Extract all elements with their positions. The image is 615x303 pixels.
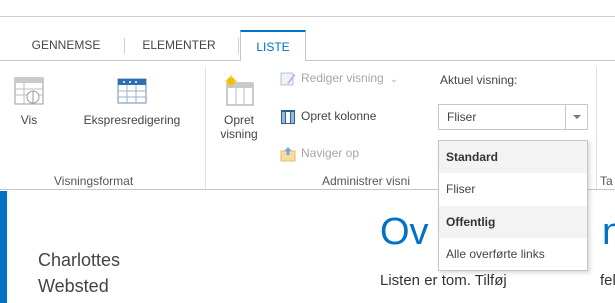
vis-button[interactable]: Vis [8,75,50,127]
menu-item-fliser[interactable]: Fliser [439,173,587,206]
ribbon-tab-strip: GENNEMSE ELEMENTER LISTE [0,0,615,61]
rediger-visning-label: Rediger visning [301,71,384,85]
tab-liste[interactable]: LISTE [240,30,306,61]
site-name-line-1: Charlottes [38,250,121,270]
navigate-up-icon [280,146,296,162]
menu-section-standard: Standard [439,141,587,173]
naviger-op-button[interactable]: Naviger op [280,142,359,164]
page-title: Ov n [380,211,615,254]
tab-gennemse[interactable]: GENNEMSE [18,30,114,61]
menu-item-alle-overforte-links[interactable]: Alle overførte links [439,238,587,271]
tab-elementer[interactable]: ELEMENTER [130,30,228,61]
group-label-administrer-visninger: Administrer visni [322,174,411,188]
create-view-icon [225,75,254,106]
table-view-icon [14,77,44,105]
edit-view-icon [280,72,296,86]
aktuel-visning-dropdown[interactable]: Fliser [438,104,588,130]
opret-visning-button[interactable]: Opret visning [214,75,264,141]
opret-kolonne-button[interactable]: Opret kolonne [280,105,376,127]
vis-label: Vis [20,113,38,127]
rediger-visning-button[interactable]: Rediger visning ⌄ [280,67,398,89]
group-label-visningsformat: Visningsformat [54,174,134,188]
opret-visning-label-1: Opret [223,113,254,127]
empty-list-message: Listen er tom. Tilføj felte [380,272,615,289]
group-divider [205,67,206,189]
add-column-icon [281,109,295,124]
opret-kolonne-label: Opret kolonne [301,109,377,123]
group-divider [596,67,597,189]
empty-list-text: Listen er tom. Tilføj [380,272,507,289]
tab-row: GENNEMSE ELEMENTER LISTE [0,30,615,61]
tab-divider [238,38,239,54]
chevron-down-icon: ⌄ [390,74,398,84]
aktuel-visning-value: Fliser [447,110,477,124]
view-dropdown-menu: Standard Fliser Offentlig Alle overførte… [438,140,588,271]
menu-section-offentlig: Offentlig [439,206,587,238]
page-title-start: Ov [380,211,429,253]
add-fields-link[interactable]: felte [600,272,615,289]
site-name-line-2: Websted [38,276,109,296]
left-accent-bar [0,191,7,303]
group-label-ta: Ta [600,174,613,188]
tab-divider [124,38,125,54]
dropdown-arrow-icon[interactable] [565,105,587,129]
datasheet-icon [117,78,147,104]
aktuel-visning-label: Aktuel visning: [440,73,518,87]
site-name[interactable]: Charlottes Websted [38,247,120,299]
ekspresredigering-label: Ekspresredigering [83,113,181,127]
page-title-end: n [602,211,615,253]
opret-visning-label-2: visning [220,127,258,141]
top-divider [0,16,615,17]
naviger-op-label: Naviger op [301,146,360,160]
ekspresredigering-button[interactable]: Ekspresredigering [68,75,196,127]
